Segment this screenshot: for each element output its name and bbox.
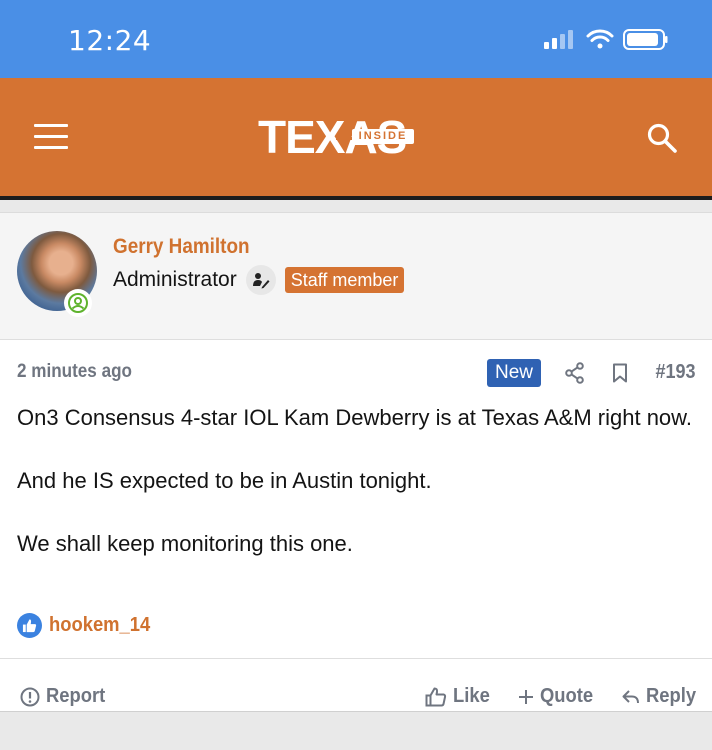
quote-label: Quote — [540, 685, 594, 707]
post-body: On3 Consensus 4-star IOL Kam Dewberry is… — [17, 402, 697, 591]
reactions-bar[interactable]: hookem_14 — [17, 611, 159, 639]
reply-label: Reply — [646, 685, 697, 707]
author-role: Administrator — [113, 268, 237, 291]
quote-button[interactable]: Quote — [518, 685, 598, 708]
system-icons — [544, 27, 668, 53]
post-paragraph: On3 Consensus 4-star IOL Kam Dewberry is… — [17, 405, 692, 430]
author-block: Gerry Hamilton Administrator Staff membe… — [0, 213, 712, 340]
menu-icon[interactable] — [34, 124, 68, 150]
post-actions: Report Like Quote Reply — [0, 685, 712, 713]
plus-icon — [519, 689, 533, 704]
app-header: TEXAS INSIDE — [0, 78, 712, 196]
reply-button[interactable]: Reply — [622, 685, 700, 708]
site-logo[interactable]: TEXAS INSIDE — [258, 112, 464, 162]
report-icon — [20, 687, 40, 706]
like-label: Like — [453, 685, 490, 707]
new-badge: New — [487, 359, 542, 387]
thumbs-up-icon — [425, 687, 447, 706]
like-button[interactable]: Like — [425, 685, 493, 708]
like-reaction-icon — [17, 612, 42, 638]
report-button[interactable]: Report — [20, 685, 110, 708]
divider — [0, 658, 712, 659]
post-time[interactable]: 2 minutes ago — [17, 361, 132, 383]
status-time: 12:24 — [68, 24, 152, 57]
online-status-icon — [64, 289, 92, 317]
staff-pen-icon — [245, 265, 276, 295]
status-bar: 12:24 — [0, 0, 712, 78]
share-icon[interactable] — [565, 362, 585, 384]
search-icon[interactable] — [646, 122, 678, 154]
bookmark-icon[interactable] — [612, 363, 628, 383]
battery-icon — [623, 29, 668, 50]
reply-arrow-icon — [622, 689, 639, 703]
post-paragraph: And he IS expected to be in Austin tonig… — [17, 468, 432, 493]
author-name[interactable]: Gerry Hamilton — [113, 235, 250, 259]
report-label: Report — [46, 685, 106, 707]
post-number[interactable]: #193 — [655, 361, 695, 384]
wifi-icon — [586, 29, 614, 49]
post-card: Gerry Hamilton Administrator Staff membe… — [0, 212, 712, 712]
post-meta: 2 minutes ago New #193 — [0, 359, 712, 389]
logo-sub-text: INSIDE — [352, 129, 414, 144]
reaction-user[interactable]: hookem_14 — [49, 614, 150, 637]
post-paragraph: We shall keep monitoring this one. — [17, 531, 353, 556]
staff-badge: Staff member — [284, 267, 405, 293]
author-role-line: Administrator Staff member — [113, 265, 405, 295]
cellular-signal-icon — [544, 30, 573, 49]
